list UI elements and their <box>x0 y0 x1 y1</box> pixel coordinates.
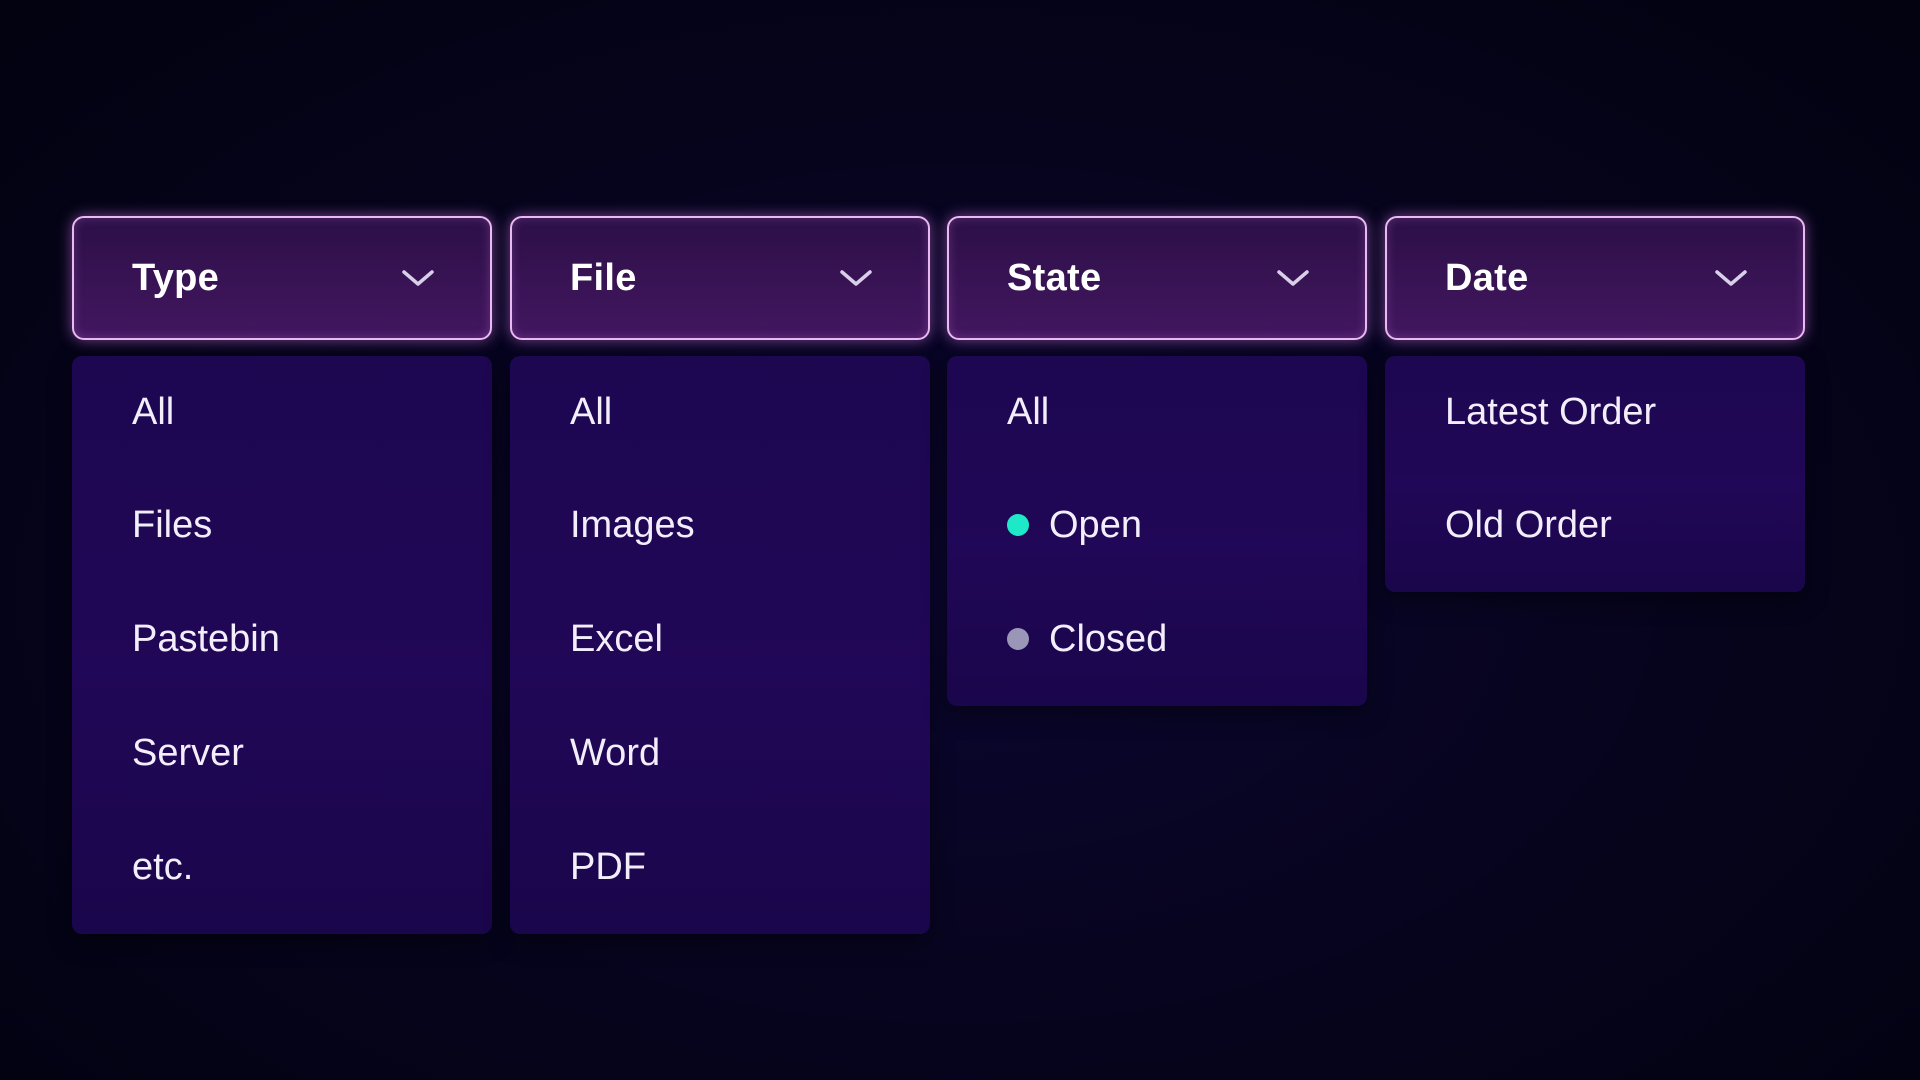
date-option-latest-order[interactable]: Latest Order <box>1385 356 1805 468</box>
state-option-open[interactable]: Open <box>947 468 1367 582</box>
type-dropdown-toggle[interactable]: Type <box>72 216 492 340</box>
closed-status-dot-icon <box>1007 628 1029 650</box>
state-option-all[interactable]: All <box>947 356 1367 468</box>
chevron-down-icon[interactable] <box>398 258 438 298</box>
file-option-excel[interactable]: Excel <box>510 582 930 696</box>
type-option-all[interactable]: All <box>72 356 492 468</box>
file-dropdown-toggle[interactable]: File <box>510 216 930 340</box>
state-option-closed[interactable]: Closed <box>947 582 1367 696</box>
chevron-down-icon[interactable] <box>1273 258 1313 298</box>
file-option-word[interactable]: Word <box>510 696 930 810</box>
chevron-down-icon[interactable] <box>836 258 876 298</box>
state-option-label: Open <box>1049 503 1142 546</box>
date-dropdown-toggle[interactable]: Date <box>1385 216 1805 340</box>
date-dropdown-menu: Latest Order Old Order <box>1385 356 1805 592</box>
chevron-down-icon[interactable] <box>1711 258 1751 298</box>
state-dropdown-label: State <box>1007 256 1102 299</box>
state-option-label: All <box>1007 390 1050 433</box>
type-dropdown-label: Type <box>132 256 220 299</box>
date-dropdown-label: Date <box>1445 256 1529 299</box>
file-option-images[interactable]: Images <box>510 468 930 582</box>
file-option-pdf[interactable]: PDF <box>510 810 930 924</box>
type-dropdown-menu: All Files Pastebin Server etc. <box>72 356 492 934</box>
state-dropdown: State All Open Closed <box>947 216 1367 706</box>
state-option-label: Closed <box>1049 617 1168 660</box>
type-option-pastebin[interactable]: Pastebin <box>72 582 492 696</box>
file-dropdown-menu: All Images Excel Word PDF <box>510 356 930 934</box>
date-option-old-order[interactable]: Old Order <box>1385 468 1805 582</box>
open-status-dot-icon <box>1007 514 1029 536</box>
type-option-etc[interactable]: etc. <box>72 810 492 924</box>
file-dropdown-label: File <box>570 256 637 299</box>
type-dropdown: Type All Files Pastebin Server etc. <box>72 216 492 934</box>
state-dropdown-menu: All Open Closed <box>947 356 1367 706</box>
type-option-files[interactable]: Files <box>72 468 492 582</box>
file-dropdown: File All Images Excel Word PDF <box>510 216 930 934</box>
state-dropdown-toggle[interactable]: State <box>947 216 1367 340</box>
type-option-server[interactable]: Server <box>72 696 492 810</box>
file-option-all[interactable]: All <box>510 356 930 468</box>
date-dropdown: Date Latest Order Old Order <box>1385 216 1805 592</box>
